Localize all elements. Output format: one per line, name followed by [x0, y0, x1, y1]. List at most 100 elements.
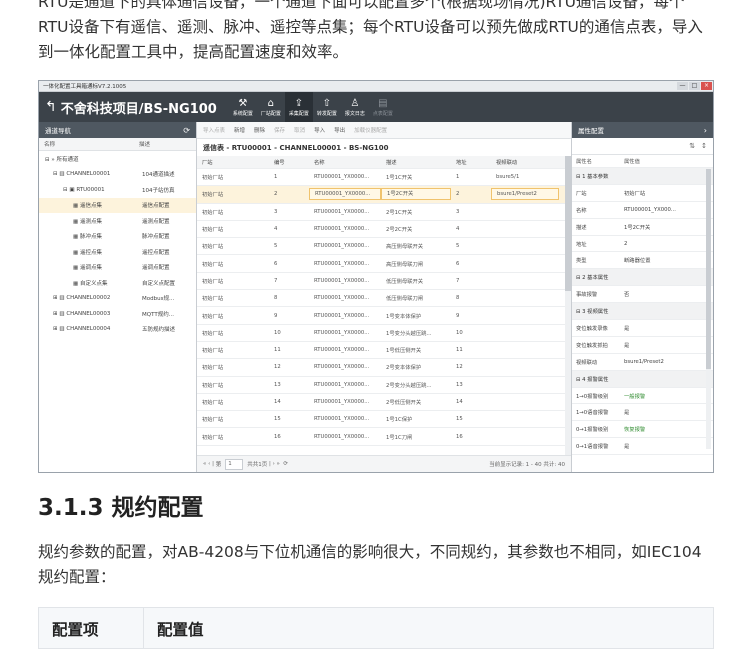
property-value[interactable]: 是	[624, 324, 629, 332]
sort-category-icon[interactable]: ⇅	[689, 142, 695, 150]
table-cell: RTU00001_YX0000...	[314, 277, 370, 284]
tree-item[interactable]: ⊞ ▥ CHANNEL00002 Modbus规...	[39, 291, 196, 307]
tree-item-desc: MQTT规约...	[142, 311, 174, 318]
property-row[interactable]: 变位触发抓拍 是	[572, 337, 713, 354]
grid-col-header[interactable]: 名称	[309, 158, 381, 166]
tree-item[interactable]: ▦ 遥信点集 遥信点配置	[39, 197, 196, 213]
property-value[interactable]: 是	[624, 442, 629, 450]
property-row[interactable]: 名称 RTU00001_YX000...	[572, 202, 713, 219]
property-row[interactable]: 视频联动 bsure1/Preset2	[572, 354, 713, 371]
property-value[interactable]: 1号2C开关	[624, 223, 650, 231]
table-row[interactable]: 初始厂站 11 RTU00001_YX0000... 1号低压侧开关 11	[197, 342, 565, 360]
close-button[interactable]: ×	[701, 82, 712, 90]
property-value[interactable]: 断路器位置	[624, 256, 651, 264]
table-cell: 初始厂站	[202, 192, 224, 199]
nav-item-4[interactable]: ♙ 报文日志	[341, 92, 369, 122]
property-row[interactable]: 厂站 初始厂站	[572, 185, 713, 202]
table-row[interactable]: 初始厂站 7 RTU00001_YX0000... 低压侧母联开关 7	[197, 273, 565, 291]
property-group[interactable]: ⊟ 2 基本属性	[572, 269, 713, 287]
table-row[interactable]: 初始厂站 8 RTU00001_YX0000... 低压侧母联刀闸 8	[197, 290, 565, 308]
maximize-button[interactable]: □	[689, 82, 700, 90]
property-group[interactable]: ⊟ 3 视频属性	[572, 303, 713, 321]
table-row[interactable]: 初始厂站 10 RTU00001_YX0000... 1号变分头越压跳... 10	[197, 325, 565, 342]
tree-item[interactable]: ⊞ ▥ CHANNEL00003 MQTT规约...	[39, 306, 196, 322]
property-row[interactable]: 描述 1号2C开关	[572, 219, 713, 236]
property-row[interactable]: 1→0报警级别 一般报警	[572, 388, 713, 405]
grid-col-header[interactable]: 编号	[269, 158, 309, 166]
nav-item-1[interactable]: ⌂ 厂站配置	[257, 92, 285, 122]
tree-item[interactable]: ▦ 脉冲点集 脉冲点配置	[39, 229, 196, 245]
property-row[interactable]: 1→0语音报警 是	[572, 404, 713, 422]
property-value[interactable]: 是	[624, 341, 629, 349]
sort-alpha-icon[interactable]: ↕	[701, 142, 707, 150]
grid-col-header[interactable]: 视频联动	[491, 158, 559, 166]
property-group[interactable]: ⊟ 4 报警属性	[572, 370, 713, 388]
property-scrollbar[interactable]	[706, 169, 711, 449]
nav-item-3[interactable]: ⇧ 转发配置	[313, 92, 341, 122]
property-value[interactable]: bsure1/Preset2	[624, 359, 664, 365]
grid-col-header[interactable]: 地址	[451, 158, 491, 166]
property-row[interactable]: 0→1报警级别 恢复报警	[572, 421, 713, 439]
add-button[interactable]: 新增	[234, 126, 245, 134]
table-row[interactable]: 初始厂站 12 RTU00001_YX0000... 2号变本体保护 12	[197, 359, 565, 377]
property-value[interactable]: 初始厂站	[624, 189, 645, 197]
back-arrow-icon[interactable]: ↰	[45, 99, 57, 115]
property-name-text: 变位触发录像	[576, 325, 608, 332]
import-button[interactable]: 导入	[314, 126, 325, 134]
table-row[interactable]: 初始厂站 2 RTU00001_YX0000... 1号2C开关 2 bsure1/Pre…	[197, 186, 565, 204]
tree-item[interactable]: ⊞ ▥ CHANNEL00004 五防规约描述	[39, 322, 196, 338]
table-row[interactable]: 初始厂站 9 RTU00001_YX0000... 1号变本体保护 9	[197, 307, 565, 325]
tree-item[interactable]: ▦ 遥调点集 遥调点配置	[39, 260, 196, 276]
nav-item-2[interactable]: ⇪ 采集配置	[284, 92, 313, 122]
last-page-icon[interactable]: »	[277, 461, 280, 467]
tree-item[interactable]: ▦ 遥测点集 遥测点配置	[39, 213, 196, 229]
import-points-button[interactable]: 导入点表	[203, 126, 225, 134]
load-config-button[interactable]: 加载仪器配置	[354, 126, 387, 134]
nav-item-0[interactable]: ⚒ 系统配置	[229, 92, 257, 122]
cancel-button[interactable]: 取消	[294, 126, 305, 134]
property-value[interactable]: 恢复报警	[624, 425, 645, 433]
table-row[interactable]: 初始厂站 15 RTU00001_YX0000... 1号1C保护 15	[197, 411, 565, 429]
property-row[interactable]: 事故报警 否	[572, 286, 713, 304]
tree-item[interactable]: ▦ 自定义点集 自定义点配置	[39, 275, 196, 291]
prev-page-icon[interactable]: ‹	[208, 461, 210, 467]
table-row[interactable]: 初始厂站 1 RTU00001_YX0000... 1号1C开关 1 bsure5/1	[197, 169, 565, 187]
property-value[interactable]: 2	[624, 241, 627, 247]
property-row[interactable]: 变位触发录像 是	[572, 320, 713, 337]
property-value[interactable]: 是	[624, 408, 629, 416]
tree-item[interactable]: ⊟ ▥ CHANNEL00001 104通道描述	[39, 167, 196, 183]
grid-col-header[interactable]: 厂站	[197, 158, 269, 166]
first-page-icon[interactable]: «	[203, 461, 206, 467]
save-button[interactable]: 保存	[274, 126, 285, 134]
page-input[interactable]: 1	[225, 458, 244, 470]
export-button[interactable]: 导出	[334, 126, 345, 134]
delete-button[interactable]: 删除	[254, 126, 265, 134]
table-row[interactable]: 初始厂站 3 RTU00001_YX0000... 2号1C开关 3	[197, 204, 565, 221]
property-value[interactable]: RTU00001_YX000...	[624, 207, 676, 213]
property-name: 名称	[572, 206, 624, 214]
nav-item-5[interactable]: ▤ 点表配置	[369, 92, 397, 122]
table-row[interactable]: 初始厂站 4 RTU00001_YX0000... 2号2C开关 4	[197, 221, 565, 239]
property-row[interactable]: 类型 断路器位置	[572, 252, 713, 270]
table-cell: RTU00001_YX0000...	[314, 208, 370, 215]
next-page-icon[interactable]: ›	[273, 461, 275, 467]
tree-item[interactable]: ⊟ ▣ RTU00001 104子站仿真	[39, 182, 196, 198]
table-row[interactable]: 初始厂站 16 RTU00001_YX0000... 1号1C刀闸 16	[197, 428, 565, 446]
property-row[interactable]: 地址 2	[572, 236, 713, 253]
property-value[interactable]: 一般报警	[624, 392, 645, 400]
tree-item[interactable]: ⊟ » 所有通道	[39, 151, 196, 167]
tree-item[interactable]: ▦ 遥控点集 遥控点配置	[39, 244, 196, 260]
grid-col-header[interactable]: 描述	[381, 158, 451, 166]
grid-scrollbar[interactable]	[565, 156, 571, 456]
collapse-arrow-icon[interactable]: ›	[704, 126, 707, 135]
minimize-button[interactable]: —	[677, 82, 688, 90]
table-row[interactable]: 初始厂站 5 RTU00001_YX0000... 高压侧母联开关 5	[197, 238, 565, 256]
table-row[interactable]: 初始厂站 6 RTU00001_YX0000... 高压侧母联刀闸 6	[197, 255, 565, 273]
table-row[interactable]: 初始厂站 14 RTU00001_YX0000... 2号低压侧开关 14	[197, 394, 565, 412]
refresh-icon[interactable]: ⟳	[183, 126, 190, 135]
property-value[interactable]: 否	[624, 290, 629, 298]
table-row[interactable]: 初始厂站 13 RTU00001_YX0000... 2号变分头越压跳... 13	[197, 377, 565, 394]
property-group[interactable]: ⊟ 1 基本参数	[572, 168, 713, 185]
reload-icon[interactable]: ⟳	[283, 461, 288, 467]
property-row[interactable]: 0→1语音报警 是	[572, 438, 713, 456]
